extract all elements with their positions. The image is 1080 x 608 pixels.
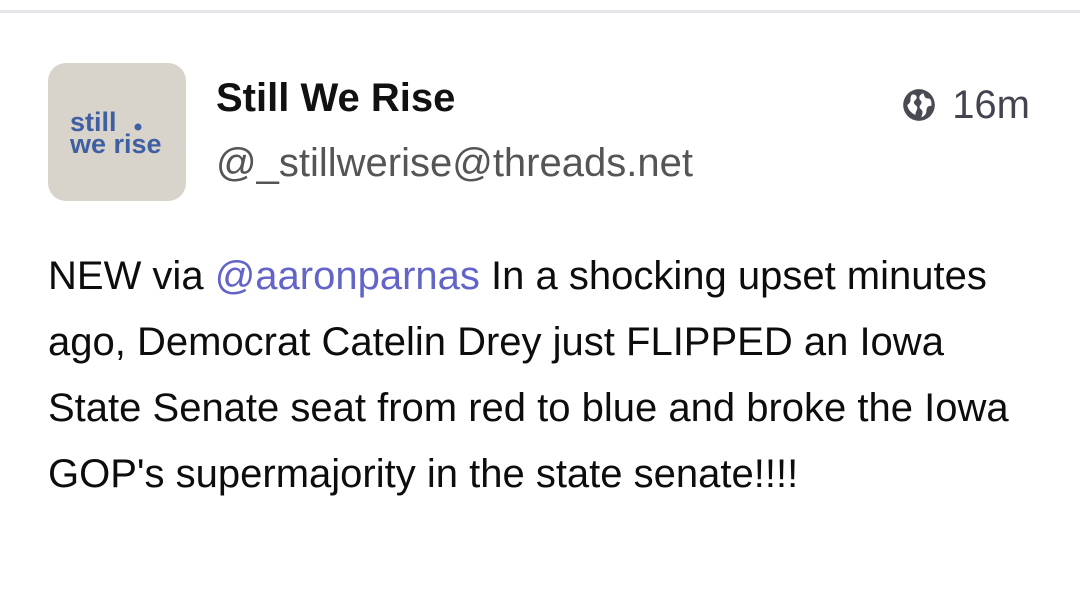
mention-link[interactable]: @aaronparnas [215,254,480,298]
display-name[interactable]: Still We Rise [216,76,455,121]
post-time[interactable]: 16m [952,85,1030,125]
post-content: NEW via @aaronparnas In a shocking upset… [48,243,1048,507]
account-handle[interactable]: @_stillwerise@threads.net [216,141,693,186]
avatar[interactable]: still we rise [48,63,186,201]
globe-icon [900,86,938,124]
still-we-rise-logo: still we rise [69,107,162,159]
status-post[interactable]: still we rise Still We Rise @_stillweris… [0,0,1080,608]
logo-line-2: we rise [69,129,162,159]
post-meta: 16m [900,80,1030,130]
post-lead: NEW via [48,254,215,298]
